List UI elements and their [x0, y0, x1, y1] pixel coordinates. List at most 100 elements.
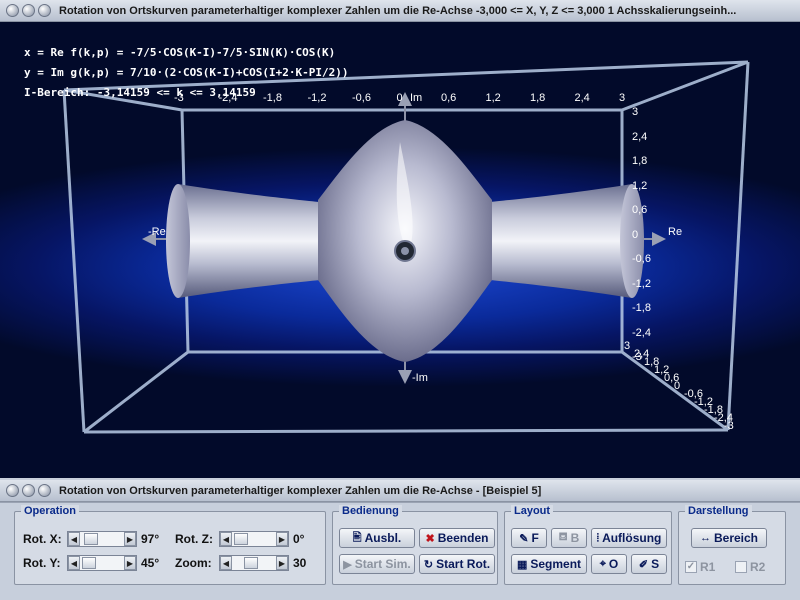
depth-tick-label: 0 — [674, 380, 681, 392]
re-axis-arrow — [652, 232, 666, 246]
aufloesung-button[interactable]: ⦙ Auflösung — [591, 528, 667, 548]
close-icon: ✖ — [425, 532, 435, 545]
right-tube-surface — [490, 184, 632, 298]
b-label: B — [570, 531, 580, 545]
operation-legend: Operation — [21, 505, 79, 517]
top-tick-label: -0,6 — [352, 92, 371, 104]
r1-label: R1 — [700, 560, 716, 574]
right-tick-label: 1,8 — [632, 155, 648, 167]
o-label: O — [608, 557, 619, 571]
right-tick-label: -1,8 — [632, 302, 651, 314]
zoom-slider[interactable]: ◀ ▶ — [219, 555, 289, 571]
rot-x-value: 97° — [141, 532, 160, 546]
arrow-right-icon[interactable]: ▶ — [124, 532, 136, 546]
o-button[interactable]: ⌖ O — [591, 554, 627, 574]
rot-y-slider[interactable]: ◀ ▶ — [67, 555, 137, 571]
r1-checkbox[interactable]: ✓ R1 — [685, 560, 715, 574]
segment-label: Segment — [530, 557, 582, 571]
top-tick-label: -1,8 — [263, 92, 282, 104]
s-label: S — [651, 557, 660, 571]
right-tick-label: 3 — [632, 106, 639, 118]
f-button[interactable]: ✎ F — [511, 528, 547, 548]
checkbox-empty-icon[interactable] — [735, 561, 747, 573]
top-tick-label: -3 — [174, 92, 184, 104]
play-icon: ▶ — [343, 558, 352, 571]
top-tick-label: -2,4 — [218, 92, 238, 104]
grid-icon: ▦ — [516, 558, 528, 571]
window-button-icon[interactable] — [38, 4, 51, 17]
depth-tick-label: 3 — [624, 340, 631, 352]
f-label: F — [531, 531, 539, 545]
rot-z-value: 0° — [293, 532, 305, 546]
arrow-left-icon[interactable]: ◀ — [68, 532, 80, 546]
rot-x-slider[interactable]: ◀ ▶ — [67, 531, 137, 547]
slider-thumb[interactable] — [234, 533, 248, 545]
layout-group: Layout ✎ F ⛾ B ⦙ Auflösung ▦ Segment ⌖ O… — [504, 505, 672, 585]
rot-y-value: 45° — [141, 556, 160, 570]
top-tick-label: 0 — [396, 92, 403, 104]
window-button-icon[interactable] — [6, 4, 19, 17]
slider-thumb[interactable] — [82, 557, 96, 569]
window-controls — [0, 484, 51, 497]
neg-im-axis-arrow — [398, 370, 412, 384]
r2-label: R2 — [750, 560, 766, 574]
right-tick-label: 1,2 — [632, 179, 648, 192]
formula-y: y = Im g(k,p) = 7/10·(2·COS(K-I)+COS(I+2… — [24, 66, 349, 79]
bereich-label: Bereich — [713, 531, 759, 545]
crosshair-icon: ⌖ — [599, 557, 606, 570]
right-tick-label: 2,4 — [632, 130, 648, 143]
right-tick-label: -2,4 — [632, 326, 651, 339]
start-sim-label: Start Sim. — [354, 557, 411, 571]
bucket-icon: ⛾ — [558, 531, 568, 543]
top-tick-label: -1,2 — [307, 92, 327, 104]
plot-canvas[interactable]: x = Re f(k,p) = -7/5·COS(K-I)-7/5·SIN(K)… — [0, 22, 800, 478]
start-rot-button[interactable]: ↻ Start Rot. — [419, 554, 495, 574]
r2-checkbox[interactable]: R2 — [735, 560, 765, 574]
eraser-icon: ✐ — [638, 558, 649, 571]
window-controls — [0, 4, 51, 17]
beenden-button[interactable]: ✖ Beenden — [419, 528, 495, 548]
right-tick-label: -1,2 — [632, 277, 651, 290]
hide-icon: 🖹 — [352, 531, 362, 544]
control-panel: Operation Rot. X: ◀ ▶ 97° Rot. Z: ◀ ▶ 0°… — [0, 502, 800, 600]
right-tick-label: -0,6 — [632, 253, 651, 265]
rot-x-label: Rot. X: — [23, 532, 62, 546]
top-tick-label: 3 — [619, 92, 626, 104]
checkmark-icon[interactable]: ✓ — [685, 561, 697, 573]
left-tube-cap — [166, 184, 190, 298]
slider-thumb[interactable] — [244, 557, 258, 569]
rot-z-slider[interactable]: ◀ ▶ — [219, 531, 289, 547]
window-button-icon[interactable] — [6, 484, 19, 497]
aufloesung-label: Auflösung — [602, 531, 662, 545]
bereich-button[interactable]: ↔ Bereich — [691, 528, 767, 548]
rot-y-label: Rot. Y: — [23, 556, 61, 570]
top-tick-label: 0,6 — [441, 92, 457, 104]
ausbl-button[interactable]: 🖹 Ausbl. — [339, 528, 415, 548]
window-button-icon[interactable] — [22, 4, 35, 17]
top-tick-label: 2,4 — [574, 92, 590, 104]
resolution-icon: ⦙ — [596, 531, 600, 544]
zoom-value: 30 — [293, 556, 307, 570]
neg-im-axis-label: -Im — [412, 372, 428, 384]
window-button-icon[interactable] — [38, 484, 51, 497]
window-button-icon[interactable] — [22, 484, 35, 497]
arrow-left-icon[interactable]: ◀ — [220, 556, 232, 570]
range-icon: ↔ — [699, 532, 711, 544]
arrow-right-icon[interactable]: ▶ — [124, 556, 136, 570]
slider-thumb[interactable] — [84, 533, 98, 545]
start-rot-label: Start Rot. — [436, 557, 491, 571]
top-tick-label: 1,8 — [530, 92, 546, 104]
segment-button[interactable]: ▦ Segment — [511, 554, 587, 574]
arrow-right-icon[interactable]: ▶ — [276, 532, 288, 546]
arrow-right-icon[interactable]: ▶ — [276, 556, 288, 570]
brush-icon: ✎ — [519, 532, 529, 545]
arrow-left-icon[interactable]: ◀ — [220, 532, 232, 546]
right-tick-label: 0 — [632, 228, 639, 241]
start-sim-button[interactable]: ▶ Start Sim. — [339, 554, 415, 574]
bedienung-group: Bedienung 🖹 Ausbl. ✖ Beenden ▶ Start Sim… — [332, 505, 498, 585]
rot-z-label: Rot. Z: — [175, 532, 213, 546]
b-button[interactable]: ⛾ B — [551, 528, 587, 548]
arrow-left-icon[interactable]: ◀ — [68, 556, 80, 570]
bottom-title-bar: Rotation von Ortskurven parameterhaltige… — [0, 480, 800, 502]
s-button[interactable]: ✐ S — [631, 554, 667, 574]
